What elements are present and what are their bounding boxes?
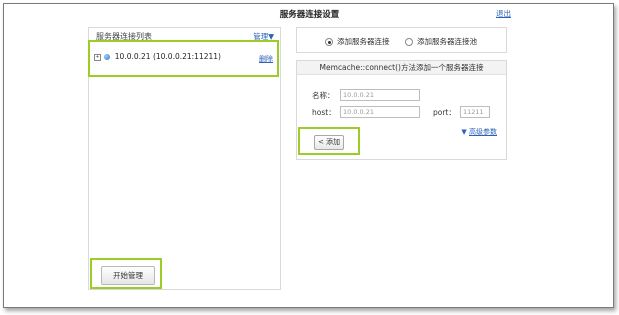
form-title: Memcache::connect()方法添加一个服务器连接 bbox=[297, 61, 506, 75]
page-title: 服务器连接设置 bbox=[279, 10, 340, 20]
advanced-params-toggle[interactable]: ▼ 高级参数 bbox=[461, 127, 497, 137]
radio-selected-icon bbox=[325, 38, 333, 46]
radio-add-server-label: 添加服务器连接 bbox=[337, 37, 390, 46]
advanced-params-label: 高级参数 bbox=[469, 128, 497, 136]
name-input[interactable]: 10.0.0.21 bbox=[340, 89, 420, 101]
start-button-highlight bbox=[90, 258, 162, 289]
port-label: port： bbox=[433, 108, 456, 117]
radio-add-server-pool[interactable]: 添加服务器连接池 bbox=[405, 36, 477, 47]
radio-add-server[interactable]: 添加服务器连接 bbox=[325, 36, 390, 47]
radio-add-pool-label: 添加服务器连接池 bbox=[417, 37, 477, 46]
host-label: host： bbox=[312, 108, 336, 117]
logout-link[interactable]: 退出 bbox=[496, 8, 511, 19]
connection-type-bar: 添加服务器连接 添加服务器连接池 bbox=[296, 27, 507, 53]
radio-unselected-icon bbox=[405, 38, 413, 46]
host-input[interactable]: 10.0.0.21 bbox=[340, 106, 420, 118]
chevron-down-icon: ▼ bbox=[461, 128, 467, 136]
add-button-highlight bbox=[298, 127, 360, 155]
server-item-highlight bbox=[88, 40, 279, 77]
name-label: 名称： bbox=[312, 91, 335, 100]
port-input[interactable]: 11211 bbox=[460, 106, 490, 118]
